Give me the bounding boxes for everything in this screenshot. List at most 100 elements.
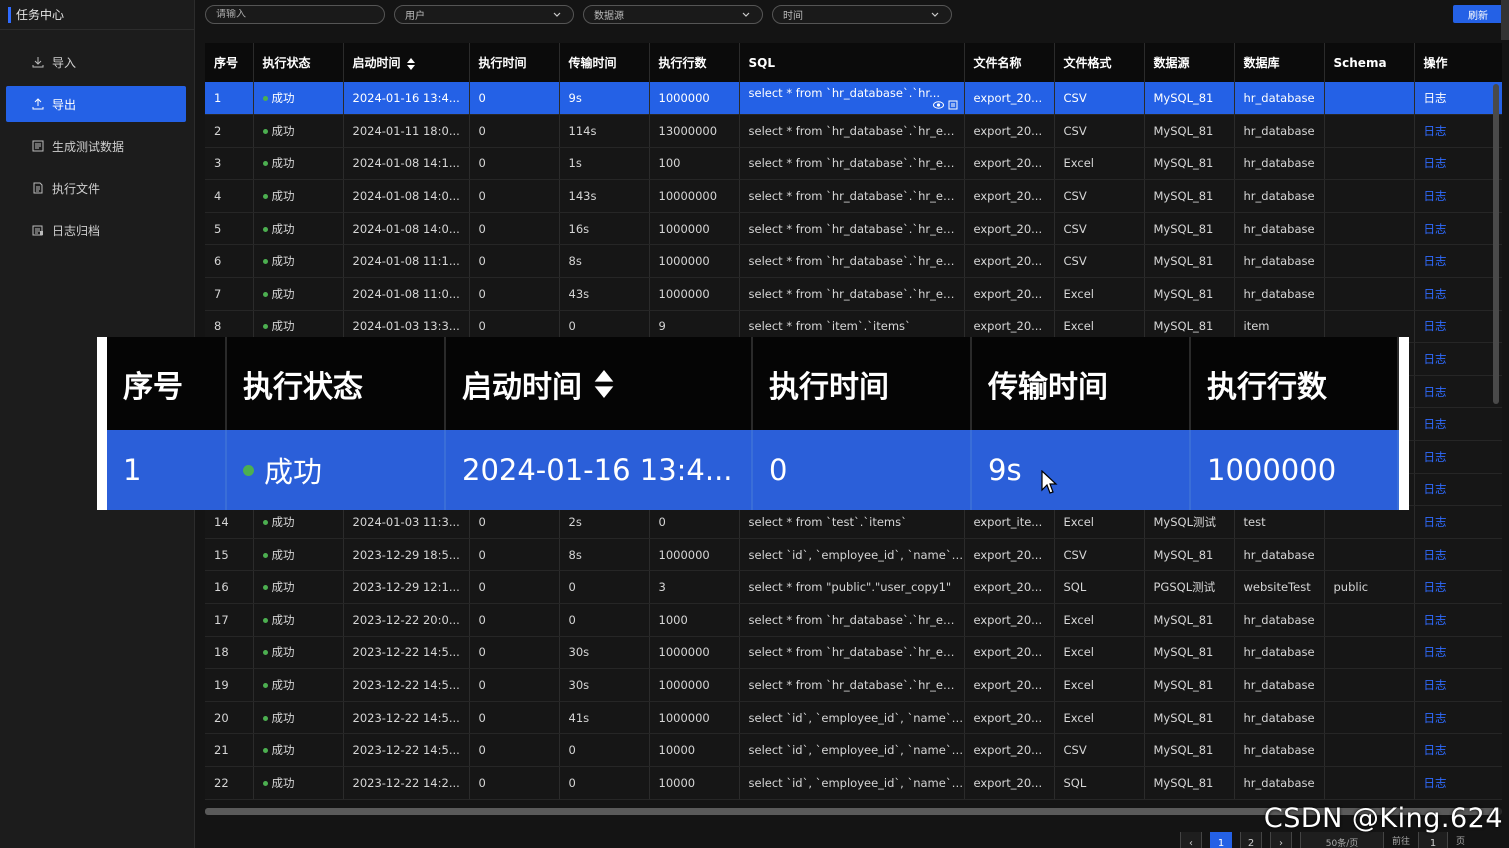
log-link[interactable]: 日志 (1424, 743, 1447, 757)
table-cell[interactable]: 日志 (1414, 310, 1502, 344)
column-header[interactable]: 启动时间 (343, 43, 470, 82)
table-cell[interactable]: 日志 (1414, 701, 1502, 735)
log-link[interactable]: 日志 (1424, 482, 1447, 496)
table-row[interactable]: 4 成功 2024-01-08 14:0... 0 143s 10000000 select… (205, 179, 1502, 213)
vertical-scrollbar[interactable] (1493, 84, 1499, 404)
table-row[interactable]: 15 成功 2023-12-29 18:5... 0 8s 1000000 select `… (205, 538, 1502, 572)
table-cell[interactable]: 日志 (1414, 147, 1502, 181)
table-cell: export_20... (964, 701, 1055, 735)
table-cell[interactable]: 日志 (1414, 473, 1502, 507)
prev-page-button[interactable]: ‹ (1180, 832, 1202, 848)
table-cell[interactable]: 日志 (1414, 277, 1502, 311)
table-row[interactable]: 2 成功 2024-01-11 18:0... 0 114s 13000000 select… (205, 114, 1502, 148)
cell-value: MySQL_81 (1153, 189, 1214, 204)
table-row[interactable]: 18 成功 2023-12-22 14:5... 0 30s 1000000 select … (205, 636, 1502, 670)
table-row[interactable]: 6 成功 2024-01-08 11:1... 0 8s 1000000 select * … (205, 244, 1502, 279)
table-row[interactable]: 19 成功 2023-12-22 14:5... 0 30s 1000000 select … (205, 668, 1502, 702)
table-row[interactable]: 1 成功 2024-01-16 13:4... 0 9s 1000000 select * … (205, 82, 1502, 116)
log-link[interactable]: 日志 (1424, 776, 1447, 790)
table-cell (1324, 114, 1415, 148)
table-cell[interactable]: 日志 (1414, 179, 1502, 213)
log-link[interactable]: 日志 (1424, 124, 1447, 138)
table-cell: 0 (559, 570, 650, 604)
page-button-1[interactable]: 1 (1210, 832, 1232, 848)
table-cell: export_20... (964, 82, 1055, 116)
table-cell[interactable]: 日志 (1414, 636, 1502, 670)
table-row[interactable]: 7 成功 2024-01-08 11:0... 0 43s 1000000 select *… (205, 277, 1502, 311)
table-cell[interactable]: 日志 (1414, 505, 1502, 539)
log-link[interactable]: 日志 (1424, 254, 1447, 268)
sidebar-item-generate-test-data[interactable]: 生成测试数据 (6, 128, 186, 164)
log-link[interactable]: 日志 (1424, 515, 1447, 529)
page-button-2[interactable]: 2 (1240, 832, 1262, 848)
table-cell[interactable]: 日志 (1414, 114, 1502, 148)
eye-icon[interactable] (932, 100, 944, 110)
table-row[interactable]: 20 成功 2023-12-22 14:5... 0 41s 1000000 select … (205, 701, 1502, 735)
page-scrollbar[interactable] (1501, 0, 1509, 40)
cell-value: 15 (214, 547, 229, 562)
log-link[interactable]: 日志 (1424, 450, 1447, 464)
table-cell: 30s (559, 636, 650, 670)
log-link[interactable]: 日志 (1424, 319, 1447, 333)
log-link[interactable]: 日志 (1424, 156, 1447, 170)
sort-icon[interactable] (406, 57, 415, 70)
log-link[interactable]: 日志 (1424, 222, 1447, 236)
cell-value: select * from `hr_database`.`hr_em... (748, 677, 964, 692)
table-cell[interactable]: 日志 (1414, 440, 1502, 474)
table-cell[interactable]: 日志 (1414, 375, 1502, 409)
search-field[interactable] (205, 5, 385, 24)
cell-value: select * from `hr_database`.`hr_em... (748, 286, 964, 301)
log-link[interactable]: 日志 (1424, 645, 1447, 659)
table-cell[interactable]: 日志 (1414, 538, 1502, 572)
status-dot-icon (262, 226, 268, 232)
log-link[interactable]: 日志 (1424, 613, 1447, 627)
next-page-button[interactable]: › (1270, 832, 1292, 848)
table-cell: hr_database (1234, 733, 1325, 767)
log-link[interactable]: 日志 (1424, 711, 1447, 725)
table-row[interactable]: 22 成功 2023-12-22 14:2... 0 0 10000 select `id`… (205, 766, 1502, 800)
log-link[interactable]: 日志 (1424, 417, 1447, 431)
table-row[interactable]: 21 成功 2023-12-22 14:5... 0 0 10000 select `id`… (205, 733, 1502, 767)
sidebar-item-execute-file[interactable]: 执行文件 (6, 170, 186, 206)
table-cell[interactable]: 日志 (1414, 733, 1502, 767)
table-row[interactable]: 5 成功 2024-01-08 14:0... 0 16s 1000000 select *… (205, 212, 1502, 246)
table-cell[interactable]: 日志 (1414, 668, 1502, 702)
cell-value: export_20... (973, 743, 1043, 758)
table-cell[interactable]: 日志 (1414, 407, 1502, 442)
copy-icon[interactable] (948, 100, 958, 110)
table-row[interactable]: 14 成功 2024-01-03 11:3... 0 2s 0 select * from … (205, 505, 1502, 539)
log-link[interactable]: 日志 (1424, 189, 1447, 203)
time-select[interactable]: 时间 (772, 5, 952, 24)
table-row[interactable]: 17 成功 2023-12-22 20:0... 0 0 1000 select * fro… (205, 603, 1502, 637)
log-link[interactable]: 日志 (1424, 352, 1447, 366)
user-select[interactable]: 用户 (394, 5, 574, 24)
log-link[interactable]: 日志 (1424, 287, 1447, 301)
cell-value: 1000000 (658, 547, 710, 562)
refresh-button[interactable]: 刷新 (1453, 5, 1503, 23)
table-cell[interactable]: 日志 (1414, 244, 1502, 279)
table-cell[interactable]: 日志 (1414, 342, 1502, 376)
table-cell[interactable]: 日志 (1414, 603, 1502, 637)
upload-icon (32, 98, 44, 110)
sidebar-item-import[interactable]: 导入 (6, 44, 186, 80)
table-row[interactable]: 16 成功 2023-12-29 12:1... 0 0 3 select * from "… (205, 570, 1502, 604)
search-input[interactable] (216, 9, 374, 20)
datasource-select[interactable]: 数据源 (583, 5, 763, 24)
table-cell[interactable]: 日志 (1414, 82, 1502, 116)
goto-page-input[interactable]: 1 (1418, 832, 1449, 848)
table-cell: MySQL_81 (1144, 733, 1235, 767)
log-link[interactable]: 日志 (1424, 580, 1447, 594)
log-link[interactable]: 日志 (1424, 548, 1447, 562)
page-size-select[interactable]: 50条/页 (1300, 832, 1384, 848)
log-link[interactable]: 日志 (1424, 678, 1447, 692)
table-cell: 成功 (253, 82, 344, 116)
table-row[interactable]: 3 成功 2024-01-08 14:1... 0 1s 100 select * from… (205, 147, 1502, 181)
sidebar-item-log-archive[interactable]: 日志归档 (6, 212, 186, 248)
table-cell[interactable]: 日志 (1414, 212, 1502, 246)
table-cell[interactable]: 日志 (1414, 766, 1502, 800)
table-cell: 0 (469, 82, 560, 116)
log-link[interactable]: 日志 (1424, 385, 1447, 399)
log-link[interactable]: 日志 (1424, 91, 1447, 105)
table-cell[interactable]: 日志 (1414, 570, 1502, 604)
sidebar-item-export[interactable]: 导出 (6, 86, 186, 122)
